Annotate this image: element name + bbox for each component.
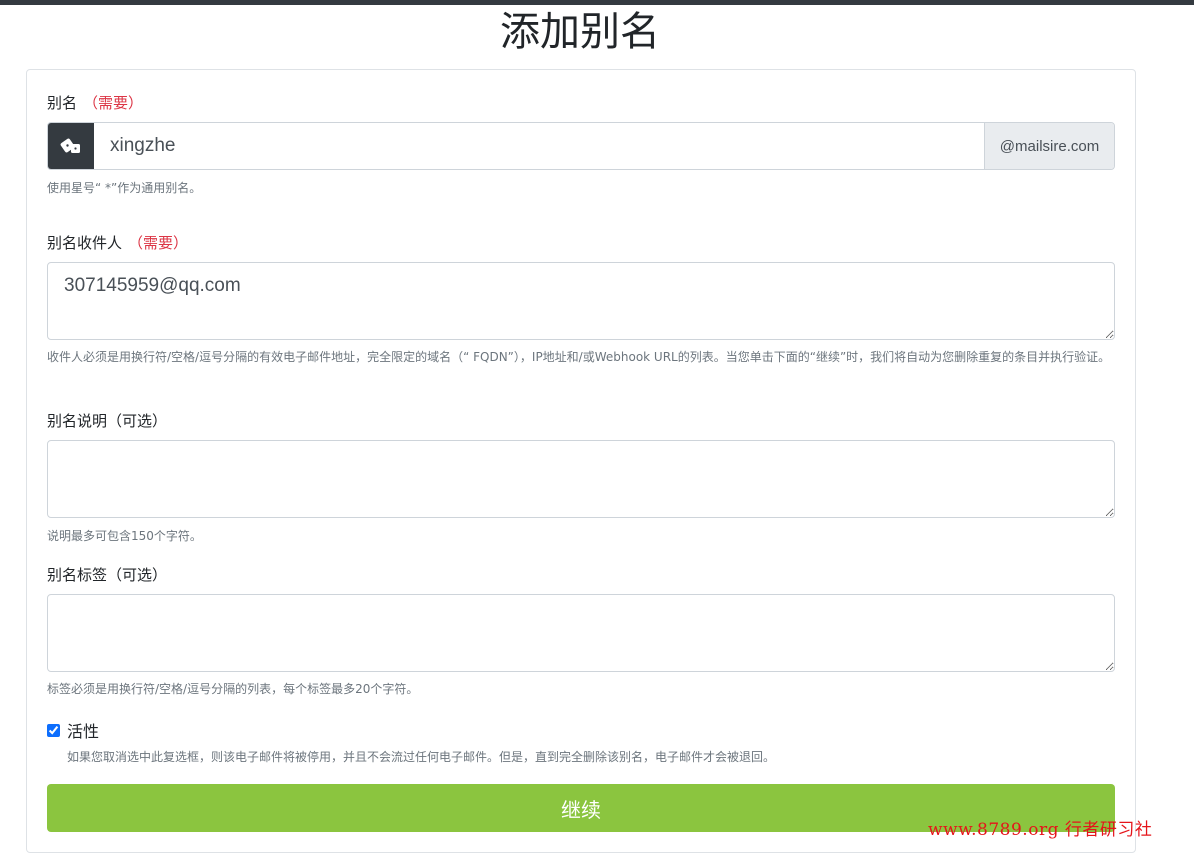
recipients-label: 别名收件人 （需要） (47, 233, 188, 253)
tags-textarea[interactable] (47, 594, 1115, 672)
tags-help-text: 标签必须是用换行符/空格/逗号分隔的列表，每个标签最多20个字符。 (47, 682, 419, 696)
recipients-help-text: 收件人必须是用换行符/空格/逗号分隔的有效电子邮件地址，完全限定的域名（“ FQ… (47, 350, 1111, 364)
description-label: 别名说明（可选） (47, 412, 168, 430)
active-checkbox-row[interactable]: 活性 (47, 718, 99, 742)
alias-label: 别名 （需要） (47, 93, 143, 113)
top-bar (0, 0, 1194, 5)
alias-input[interactable] (94, 123, 984, 169)
recipients-required-tag: （需要） (128, 234, 189, 252)
random-alias-button[interactable] (48, 123, 94, 169)
alias-input-group: @mailsire.com (47, 122, 1115, 170)
active-help-text: 如果您取消选中此复选框，则该电子邮件将被停用，并且不会流过任何电子邮件。但是，直… (67, 750, 776, 764)
alias-domain: @mailsire.com (984, 123, 1114, 169)
watermark: www.8789.org 行者研习社 (928, 820, 1153, 840)
active-label: 活性 (67, 722, 100, 741)
description-textarea[interactable] (47, 440, 1115, 518)
active-checkbox[interactable] (47, 723, 60, 737)
description-help-text: 说明最多可包含150个字符。 (47, 529, 202, 543)
tags-label: 别名标签（可选） (47, 566, 168, 584)
alias-required-tag: （需要） (83, 94, 144, 112)
add-alias-form: 别名 （需要） @mailsire.com 使用星号“ *”作为通用别名。 别名收… (26, 69, 1136, 853)
recipients-textarea[interactable]: 307145959@qq.com (47, 262, 1115, 340)
page-title: 添加别名 (500, 9, 660, 55)
dice-icon (60, 138, 80, 153)
alias-label-text: 别名 (47, 94, 78, 112)
alias-help-text: 使用星号“ *”作为通用别名。 (47, 181, 202, 195)
recipients-label-text: 别名收件人 (47, 234, 123, 252)
